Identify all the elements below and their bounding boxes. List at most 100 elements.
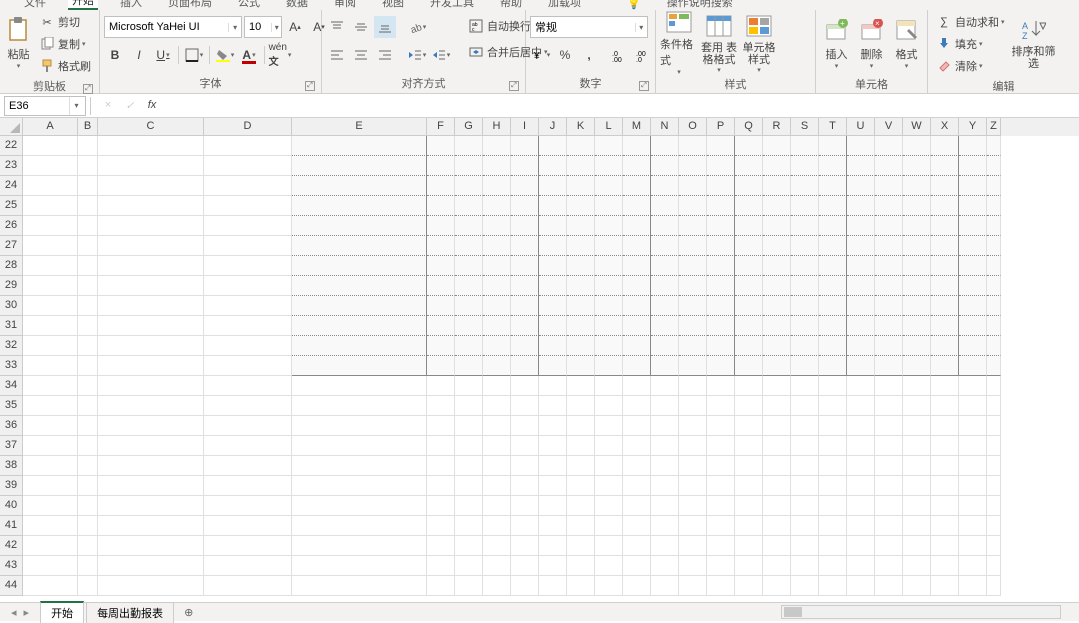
cell-P25[interactable]	[707, 196, 735, 216]
underline-button[interactable]: U	[152, 44, 174, 66]
cell-J44[interactable]	[539, 576, 567, 596]
cell-C28[interactable]	[98, 256, 204, 276]
cell-V41[interactable]	[875, 516, 903, 536]
cell-U25[interactable]	[847, 196, 875, 216]
cell-W35[interactable]	[903, 396, 931, 416]
cell-K22[interactable]	[567, 136, 595, 156]
cell-V30[interactable]	[875, 296, 903, 316]
cell-Q42[interactable]	[735, 536, 763, 556]
cell-A39[interactable]	[23, 476, 78, 496]
cell-E31[interactable]	[292, 316, 427, 336]
cell-S29[interactable]	[791, 276, 819, 296]
cell-R29[interactable]	[763, 276, 791, 296]
cell-B40[interactable]	[78, 496, 98, 516]
cell-W27[interactable]	[903, 236, 931, 256]
format-cells-button[interactable]: 格式▾	[890, 12, 923, 74]
cell-G36[interactable]	[455, 416, 483, 436]
border-button[interactable]	[183, 44, 205, 66]
cell-L31[interactable]	[595, 316, 623, 336]
cell-F27[interactable]	[427, 236, 455, 256]
cell-M36[interactable]	[623, 416, 651, 436]
cell-O41[interactable]	[679, 516, 707, 536]
cell-F33[interactable]	[427, 356, 455, 376]
cell-J22[interactable]	[539, 136, 567, 156]
cell-G40[interactable]	[455, 496, 483, 516]
cell-C30[interactable]	[98, 296, 204, 316]
cell-D41[interactable]	[204, 516, 292, 536]
cell-U24[interactable]	[847, 176, 875, 196]
row-header-42[interactable]: 42	[0, 536, 23, 556]
cell-S24[interactable]	[791, 176, 819, 196]
cell-U29[interactable]	[847, 276, 875, 296]
cell-L44[interactable]	[595, 576, 623, 596]
cell-Z40[interactable]	[987, 496, 1001, 516]
cell-Y41[interactable]	[959, 516, 987, 536]
cell-K36[interactable]	[567, 416, 595, 436]
tab-layout[interactable]: 页面布局	[164, 0, 216, 10]
cell-Z30[interactable]	[987, 296, 1001, 316]
cell-G25[interactable]	[455, 196, 483, 216]
indent-decrease-button[interactable]	[406, 44, 428, 66]
cell-Y36[interactable]	[959, 416, 987, 436]
cell-C24[interactable]	[98, 176, 204, 196]
cell-L40[interactable]	[595, 496, 623, 516]
row-header-25[interactable]: 25	[0, 196, 23, 216]
cell-R35[interactable]	[763, 396, 791, 416]
cell-K42[interactable]	[567, 536, 595, 556]
cell-R38[interactable]	[763, 456, 791, 476]
cell-J32[interactable]	[539, 336, 567, 356]
cell-V28[interactable]	[875, 256, 903, 276]
cell-H37[interactable]	[483, 436, 511, 456]
cell-F38[interactable]	[427, 456, 455, 476]
cell-C35[interactable]	[98, 396, 204, 416]
conditional-format-button[interactable]: 条件格式▾	[660, 12, 698, 74]
cell-R41[interactable]	[763, 516, 791, 536]
cell-G31[interactable]	[455, 316, 483, 336]
cell-K33[interactable]	[567, 356, 595, 376]
cell-D24[interactable]	[204, 176, 292, 196]
cell-D39[interactable]	[204, 476, 292, 496]
copy-button[interactable]: 复制▾	[35, 34, 95, 54]
cell-W33[interactable]	[903, 356, 931, 376]
cell-I37[interactable]	[511, 436, 539, 456]
cell-G41[interactable]	[455, 516, 483, 536]
cell-Y32[interactable]	[959, 336, 987, 356]
cell-I26[interactable]	[511, 216, 539, 236]
cell-F22[interactable]	[427, 136, 455, 156]
cell-P36[interactable]	[707, 416, 735, 436]
cell-M43[interactable]	[623, 556, 651, 576]
cell-F42[interactable]	[427, 536, 455, 556]
row-header-37[interactable]: 37	[0, 436, 23, 456]
cell-I29[interactable]	[511, 276, 539, 296]
col-header-K[interactable]: K	[567, 118, 595, 136]
cell-T35[interactable]	[819, 396, 847, 416]
cell-S33[interactable]	[791, 356, 819, 376]
cell-V44[interactable]	[875, 576, 903, 596]
cell-N27[interactable]	[651, 236, 679, 256]
cell-K35[interactable]	[567, 396, 595, 416]
cell-V22[interactable]	[875, 136, 903, 156]
cell-T36[interactable]	[819, 416, 847, 436]
cell-M30[interactable]	[623, 296, 651, 316]
align-top-button[interactable]	[326, 16, 348, 38]
cell-Q37[interactable]	[735, 436, 763, 456]
cell-T33[interactable]	[819, 356, 847, 376]
cell-A29[interactable]	[23, 276, 78, 296]
cell-J25[interactable]	[539, 196, 567, 216]
cell-E32[interactable]	[292, 336, 427, 356]
cell-A23[interactable]	[23, 156, 78, 176]
cell-W24[interactable]	[903, 176, 931, 196]
cell-Q41[interactable]	[735, 516, 763, 536]
cut-button[interactable]: ✂剪切	[35, 12, 95, 32]
align-center-button[interactable]	[350, 44, 372, 66]
col-header-Q[interactable]: Q	[735, 118, 763, 136]
cell-X26[interactable]	[931, 216, 959, 236]
cell-H26[interactable]	[483, 216, 511, 236]
cell-V33[interactable]	[875, 356, 903, 376]
cell-I39[interactable]	[511, 476, 539, 496]
insert-cells-button[interactable]: + 插入▾	[820, 12, 853, 74]
cell-R30[interactable]	[763, 296, 791, 316]
cell-R44[interactable]	[763, 576, 791, 596]
cell-N34[interactable]	[651, 376, 679, 396]
cell-B42[interactable]	[78, 536, 98, 556]
